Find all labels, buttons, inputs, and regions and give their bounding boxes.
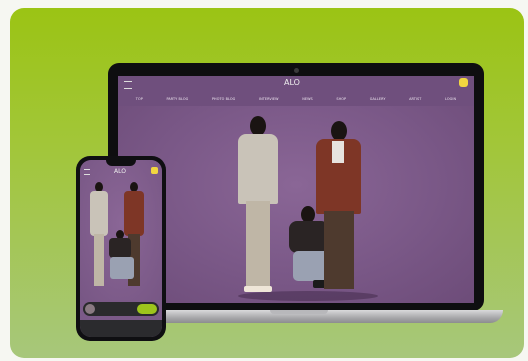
- nav-item-news[interactable]: NEWS: [302, 97, 313, 101]
- laptop-screen: ALO TOP PARTY BLOG PHOTO BLOG INTERVIEW …: [118, 76, 474, 303]
- player-avatar: [85, 304, 95, 314]
- promo-card: ALO TOP PARTY BLOG PHOTO BLOG INTERVIEW …: [10, 8, 524, 358]
- phone-mockup: ALO: [76, 156, 166, 341]
- player-action-button[interactable]: [137, 304, 157, 314]
- nav-item-login[interactable]: LOGIN: [445, 97, 456, 101]
- nav-item-party-blog[interactable]: PARTY BLOG: [166, 97, 188, 101]
- hero-photo: [118, 106, 474, 303]
- person-right: [316, 121, 361, 291]
- phone-logo[interactable]: ALO: [114, 168, 126, 175]
- nav-item-shop[interactable]: SHOP: [336, 97, 346, 101]
- profile-badge-icon[interactable]: [151, 167, 158, 174]
- profile-badge-icon[interactable]: [459, 78, 468, 87]
- hamburger-menu-icon[interactable]: [124, 81, 132, 89]
- laptop-notch: [270, 310, 328, 314]
- site-logo[interactable]: ALO: [284, 78, 300, 87]
- nav-item-photo-blog[interactable]: PHOTO BLOG: [212, 97, 235, 101]
- hamburger-menu-icon[interactable]: [84, 169, 90, 175]
- nav-item-interview[interactable]: INTERVIEW: [259, 97, 279, 101]
- nav-item-artist[interactable]: ARTIST: [409, 97, 421, 101]
- phone-notch: [106, 160, 136, 166]
- nav-item-top[interactable]: TOP: [136, 97, 143, 101]
- phone-hero-photo: [80, 160, 162, 300]
- site-header: ALO TOP PARTY BLOG PHOTO BLOG INTERVIEW …: [118, 76, 474, 106]
- phone-player-bar[interactable]: [83, 302, 159, 316]
- site-nav: TOP PARTY BLOG PHOTO BLOG INTERVIEW NEWS…: [118, 94, 474, 104]
- camera-icon: [294, 68, 299, 73]
- person-left: [238, 116, 278, 292]
- floor-shadow: [238, 291, 378, 301]
- nav-item-gallery[interactable]: GALLERY: [370, 97, 386, 101]
- phone-footer: [80, 320, 162, 337]
- phone-person-middle: [106, 230, 136, 285]
- phone-screen: ALO: [80, 160, 162, 337]
